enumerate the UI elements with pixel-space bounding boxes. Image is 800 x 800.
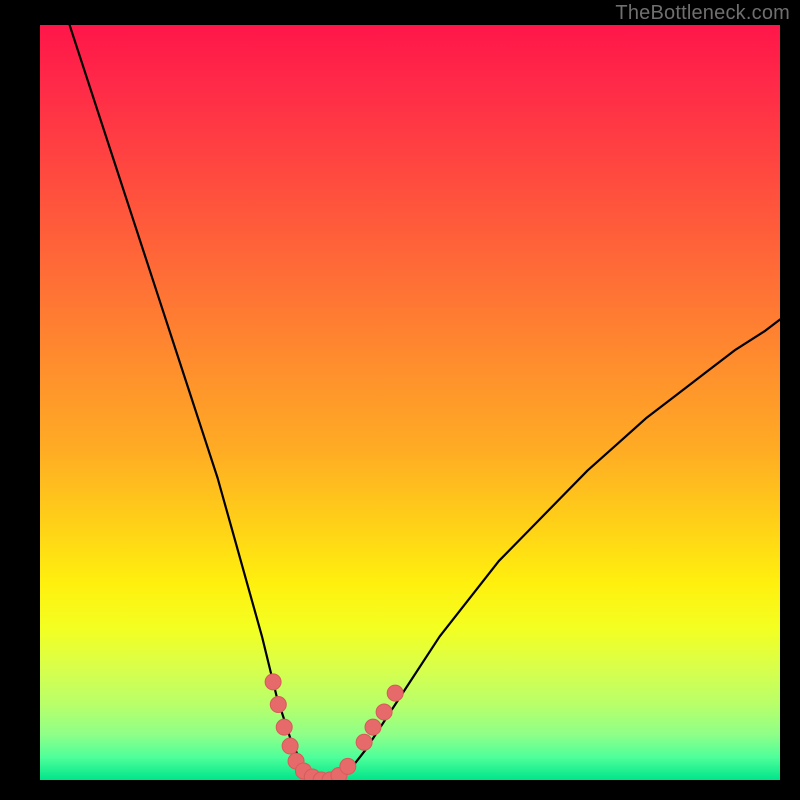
- curve-marker: [282, 738, 298, 754]
- watermark-text: TheBottleneck.com: [615, 2, 790, 25]
- curve-marker: [340, 758, 356, 774]
- chart-frame: TheBottleneck.com: [0, 0, 800, 800]
- curve-marker: [387, 685, 403, 701]
- curve-marker: [265, 674, 281, 690]
- bottleneck-curve-svg: [40, 25, 780, 780]
- curve-marker: [270, 697, 286, 713]
- plot-area: [40, 25, 780, 780]
- curve-marker: [376, 704, 392, 720]
- bottleneck-curve: [70, 25, 780, 780]
- curve-marker: [276, 719, 292, 735]
- curve-markers: [265, 674, 403, 780]
- curve-marker: [356, 734, 372, 750]
- curve-marker: [365, 719, 381, 735]
